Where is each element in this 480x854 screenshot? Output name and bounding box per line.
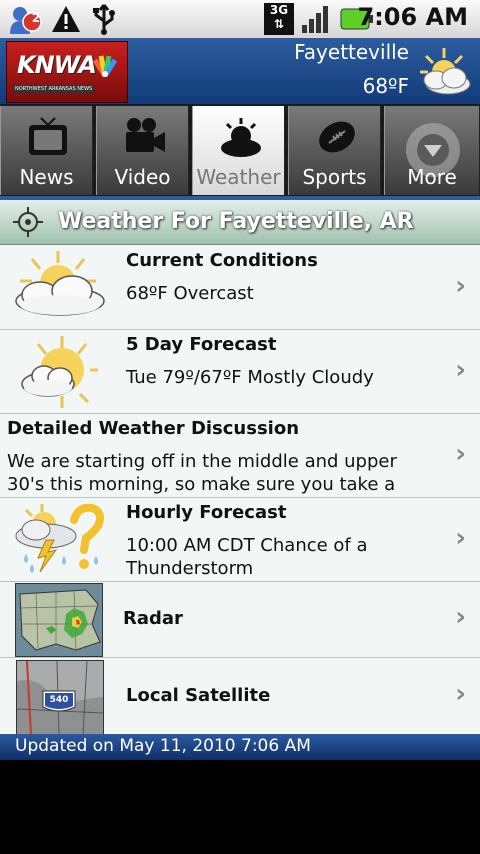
item-title: Detailed Weather Discussion bbox=[7, 418, 300, 439]
chevron-right-icon: › bbox=[455, 523, 466, 553]
logo-text: KNWA bbox=[17, 51, 97, 79]
list-item-weather-discussion[interactable]: Detailed Weather Discussion We are start… bbox=[0, 414, 480, 518]
video-camera-icon bbox=[126, 118, 165, 152]
item-title: Current Conditions bbox=[126, 250, 318, 271]
mostly-cloudy-icon bbox=[21, 336, 98, 408]
partly-cloudy-icon bbox=[414, 44, 474, 102]
tab-more[interactable]: More bbox=[384, 106, 480, 195]
header-city: Fayetteville bbox=[294, 40, 409, 64]
chevron-right-icon: › bbox=[455, 439, 466, 469]
section-title: Weather For Fayetteville, AR bbox=[58, 209, 414, 234]
chevron-right-icon: › bbox=[455, 602, 466, 632]
item-subtitle: Tue 79º/67ºF Mostly Cloudy bbox=[126, 367, 374, 388]
signal-icon bbox=[300, 3, 334, 39]
tab-sports[interactable]: Sports bbox=[288, 106, 381, 195]
item-title: Radar bbox=[123, 608, 183, 629]
list-item-current-conditions[interactable]: Current Conditions 68ºF Overcast › bbox=[0, 245, 480, 330]
weather-icon bbox=[221, 118, 261, 157]
tab-news[interactable]: News bbox=[0, 106, 93, 195]
notification-count: 2 bbox=[31, 11, 41, 25]
chevron-right-icon: › bbox=[455, 271, 466, 301]
satellite-map-thumbnail: 540 bbox=[16, 660, 104, 735]
list-item-radar[interactable]: Radar › bbox=[0, 582, 480, 658]
chevron-right-icon: › bbox=[455, 355, 466, 385]
tab-label: Video bbox=[114, 165, 171, 189]
item-subtitle: 10:00 AM CDT Chance of a Thunderstorm bbox=[126, 535, 368, 579]
chevron-right-icon: › bbox=[455, 679, 466, 709]
list-item-hourly-forecast[interactable]: Hourly Forecast 10:00 AM CDT Chance of a… bbox=[0, 498, 480, 582]
item-title: 5 Day Forecast bbox=[126, 334, 277, 355]
thunderstorm-icon bbox=[15, 503, 104, 573]
peacock-icon bbox=[91, 54, 119, 82]
logo-subtext: NORTHWEST ARKANSAS NEWS bbox=[13, 85, 95, 93]
list-item-local-satellite[interactable]: 540 Local Satellite › bbox=[0, 658, 480, 735]
tv-icon bbox=[29, 117, 67, 155]
tab-bar: News Video Weather Sports More bbox=[0, 104, 480, 196]
usb-icon[interactable] bbox=[90, 3, 118, 39]
tab-label: News bbox=[19, 165, 74, 189]
updated-timestamp: Updated on May 11, 2010 7:06 AM bbox=[15, 736, 311, 756]
item-title: Local Satellite bbox=[126, 685, 271, 706]
tab-label: More bbox=[407, 165, 457, 189]
radar-map-thumbnail bbox=[15, 583, 103, 657]
item-subtitle: 68ºF Overcast bbox=[126, 283, 254, 304]
football-icon bbox=[319, 121, 355, 153]
highway-shield-label: 540 bbox=[49, 695, 69, 705]
crosshair-icon bbox=[12, 206, 44, 242]
list-item-5-day-forecast[interactable]: 5 Day Forecast Tue 79º/67ºF Mostly Cloud… bbox=[0, 330, 480, 414]
warning-icon[interactable] bbox=[50, 4, 82, 38]
network-3g-icon: 3G ⇅ bbox=[264, 3, 294, 35]
tab-weather[interactable]: Weather bbox=[192, 106, 285, 195]
header-temperature: 68ºF bbox=[362, 74, 409, 98]
tab-label: Weather bbox=[196, 165, 281, 189]
clock: 7:06 AM bbox=[357, 3, 468, 31]
tab-label: Sports bbox=[302, 165, 367, 189]
item-title: Hourly Forecast bbox=[126, 502, 287, 523]
overcast-icon bbox=[15, 251, 105, 316]
station-logo[interactable]: KNWA NORTHWEST ARKANSAS NEWS bbox=[6, 41, 128, 103]
tab-video[interactable]: Video bbox=[96, 106, 189, 195]
